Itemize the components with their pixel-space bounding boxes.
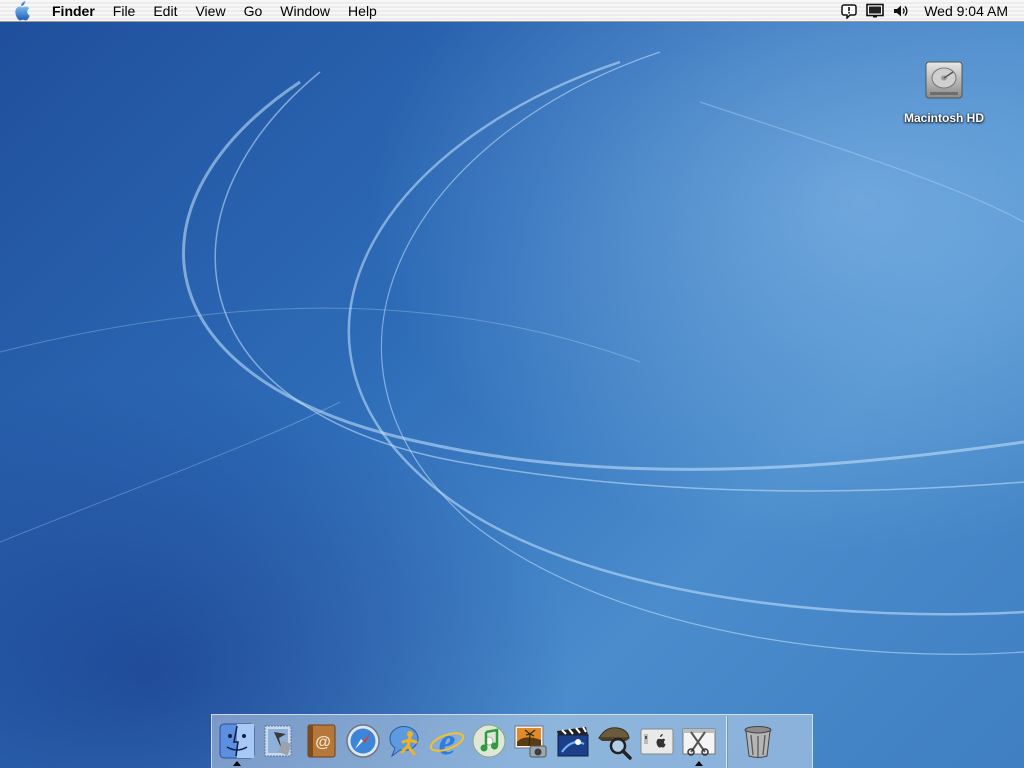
apple-icon xyxy=(15,0,30,20)
menu-bar: Finder File Edit View Go Window Help Wed… xyxy=(0,0,1024,22)
dock-item-grab[interactable] xyxy=(678,718,720,766)
sherlock-icon xyxy=(598,726,632,760)
alert-bubble-icon xyxy=(841,3,857,19)
dock-item-internet-explorer[interactable]: e xyxy=(426,718,468,766)
itunes-icon xyxy=(472,724,506,757)
dock-separator[interactable] xyxy=(726,715,727,768)
display-menu-extra[interactable] xyxy=(862,0,888,22)
dock-item-safari[interactable] xyxy=(342,718,384,766)
dock-item-address-book[interactable]: @ xyxy=(300,718,342,766)
volume-menu-extra[interactable] xyxy=(888,0,914,22)
apple-menu[interactable] xyxy=(0,0,42,22)
iphoto-icon xyxy=(514,725,547,757)
desktop-icon-label: Macintosh HD xyxy=(903,111,984,125)
imovie-icon xyxy=(557,725,589,756)
menu-view[interactable]: View xyxy=(186,0,234,22)
dock-item-mail[interactable] xyxy=(258,718,300,766)
internet-explorer-icon: e xyxy=(429,722,465,760)
menu-window[interactable]: Window xyxy=(271,0,339,22)
menu-extras: Wed 9:04 AM xyxy=(836,0,1024,22)
ichat-icon xyxy=(389,725,419,757)
mail-icon xyxy=(264,725,292,756)
desktop[interactable]: Macintosh HD xyxy=(0,22,1024,768)
dock-item-sherlock[interactable] xyxy=(594,718,636,766)
running-indicator xyxy=(233,760,241,766)
svg-text:e: e xyxy=(439,722,456,760)
dock-item-imovie[interactable] xyxy=(552,718,594,766)
dock-item-finder[interactable] xyxy=(216,718,258,766)
display-icon xyxy=(866,3,885,17)
finder-icon xyxy=(219,723,255,758)
address-book-icon: @ xyxy=(307,724,336,757)
grab-icon xyxy=(682,728,716,756)
running-indicator xyxy=(695,760,703,766)
menu-clock[interactable]: Wed 9:04 AM xyxy=(914,0,1024,22)
menu-help[interactable]: Help xyxy=(339,0,386,22)
dock-item-itunes[interactable] xyxy=(468,718,510,766)
dock-item-system-preferences[interactable] xyxy=(636,718,678,766)
menu-edit[interactable]: Edit xyxy=(144,0,186,22)
safari-icon xyxy=(346,723,380,758)
dock-item-iphoto[interactable] xyxy=(510,718,552,766)
dock: @ e xyxy=(211,714,813,768)
trash-icon xyxy=(744,725,772,758)
system-preferences-icon xyxy=(640,728,674,754)
menu-app-finder[interactable]: Finder xyxy=(42,0,104,22)
wallpaper-swirls xyxy=(0,51,1024,655)
alert-menu-extra[interactable] xyxy=(836,0,862,22)
hard-drive-icon xyxy=(925,61,963,99)
menu-file[interactable]: File xyxy=(104,0,145,22)
svg-text:@: @ xyxy=(315,734,331,751)
menu-go[interactable]: Go xyxy=(235,0,272,22)
dock-item-trash[interactable] xyxy=(737,718,779,766)
volume-icon xyxy=(894,5,908,16)
dock-item-ichat[interactable] xyxy=(384,718,426,766)
desktop-icon-macintosh-hd[interactable]: Macintosh HD xyxy=(896,56,992,125)
